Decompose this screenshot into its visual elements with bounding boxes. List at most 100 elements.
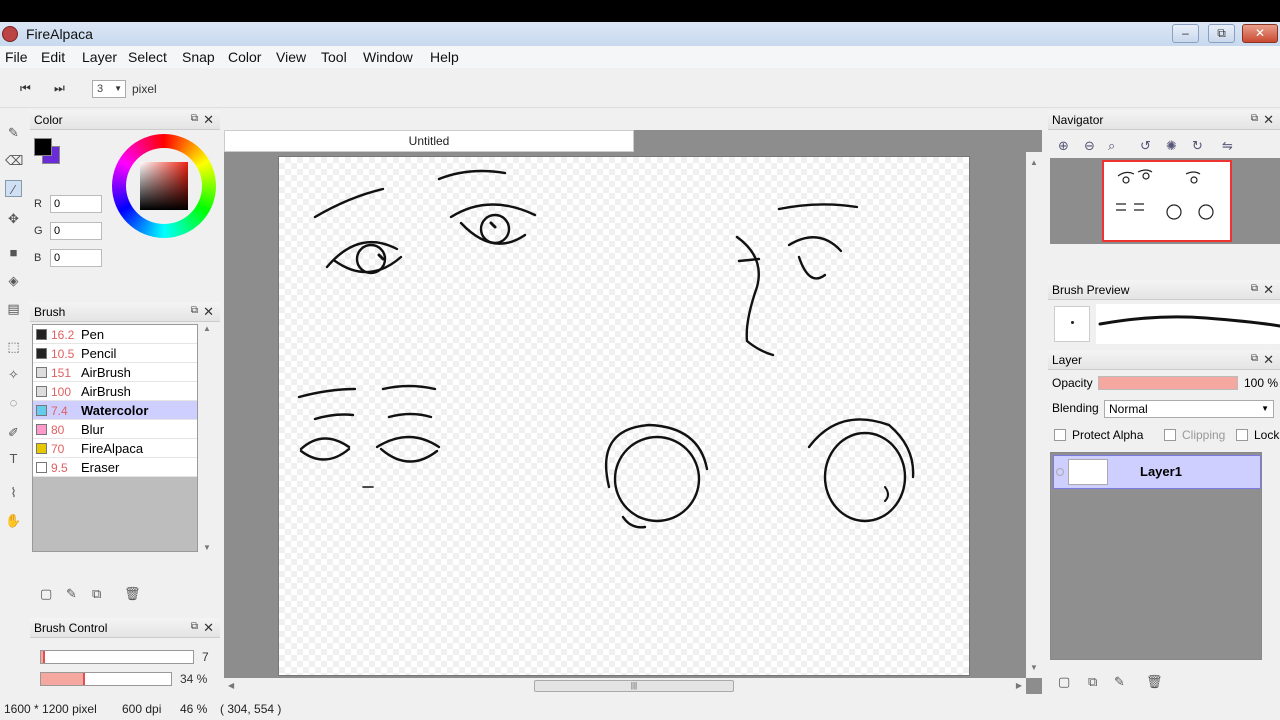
zoom-out-icon[interactable]: ⊖: [1084, 138, 1095, 154]
pen-tool-icon[interactable]: ✎: [5, 124, 22, 141]
horizontal-scroll-thumb[interactable]: |||: [534, 680, 734, 692]
close-icon[interactable]: ✕: [1263, 112, 1274, 128]
clipping-checkbox[interactable]: Clipping: [1164, 428, 1225, 442]
hand-tool-icon[interactable]: ✋: [5, 512, 22, 529]
scroll-down-icon[interactable]: ▼: [1030, 663, 1038, 672]
menu-snap[interactable]: Snap: [182, 49, 215, 65]
scroll-right-icon[interactable]: ▶: [1016, 681, 1022, 690]
eye-icon[interactable]: [1056, 468, 1064, 476]
undock-icon[interactable]: ⧉: [191, 113, 198, 124]
brush-item[interactable]: 100 AirBrush: [33, 382, 197, 401]
protect-alpha-checkbox[interactable]: Protect Alpha: [1054, 428, 1143, 442]
move-tool-icon[interactable]: ✥: [5, 210, 22, 227]
duplicate-brush-icon[interactable]: ⧉: [92, 586, 101, 602]
rotate-right-icon[interactable]: ↻: [1192, 138, 1203, 154]
brush-item[interactable]: 80 Blur: [33, 420, 197, 439]
menu-edit[interactable]: Edit: [41, 49, 65, 65]
scroll-down-icon[interactable]: ▼: [203, 543, 211, 552]
brush-item[interactable]: 16.2 Pen: [33, 325, 197, 344]
menu-layer[interactable]: Layer: [82, 49, 117, 65]
undock-icon[interactable]: ⧉: [191, 305, 198, 316]
scroll-up-icon[interactable]: ▲: [1030, 158, 1038, 167]
blending-mode-select[interactable]: Normal ▼: [1104, 400, 1274, 418]
layer-properties-icon[interactable]: ✎: [1114, 674, 1125, 690]
brush-item[interactable]: 70 FireAlpaca: [33, 439, 197, 458]
text-tool-icon[interactable]: T: [5, 450, 22, 467]
brush-name: Blur: [81, 422, 105, 437]
layer-opacity-slider[interactable]: [1098, 376, 1238, 390]
delete-brush-icon[interactable]: 🗑: [124, 586, 141, 602]
navigator-thumbnail[interactable]: [1050, 158, 1280, 244]
brush-size-select[interactable]: 3 ▼: [92, 80, 126, 98]
undock-icon[interactable]: ⧉: [1251, 353, 1258, 364]
blue-input[interactable]: [50, 249, 102, 267]
document-tab[interactable]: Untitled: [224, 130, 634, 152]
brush-item[interactable]: 10.5 Pencil: [33, 344, 197, 363]
magic-wand-tool-icon[interactable]: ✧: [5, 366, 22, 383]
select-pen-tool-icon[interactable]: ✐: [5, 424, 22, 441]
close-icon[interactable]: ✕: [203, 112, 214, 128]
rotate-left-icon[interactable]: ↺: [1140, 138, 1151, 154]
brush-swatch: [36, 443, 47, 454]
canvas-vertical-scrollbar[interactable]: ▲ ▼: [1026, 152, 1042, 678]
brush-swatch: [36, 367, 47, 378]
brush-size: 10.5: [51, 347, 75, 361]
menu-view[interactable]: View: [276, 49, 306, 65]
close-icon[interactable]: ✕: [1263, 352, 1274, 368]
menu-window[interactable]: Window: [363, 49, 413, 65]
brush-item[interactable]: 9.5 Eraser: [33, 458, 197, 477]
zoom-fit-icon[interactable]: ⌕: [1108, 138, 1115, 154]
undock-icon[interactable]: ⧉: [1251, 113, 1258, 124]
canvas-horizontal-scrollbar[interactable]: ◀ ||| ▶: [224, 678, 1026, 694]
eraser-tool-icon[interactable]: ⌫: [5, 152, 23, 169]
menu-color[interactable]: Color: [228, 49, 261, 65]
menu-help[interactable]: Help: [430, 49, 459, 65]
new-brush-icon[interactable]: ▢: [40, 586, 52, 602]
bucket-tool-icon[interactable]: ◈: [5, 272, 22, 289]
lasso-tool-icon[interactable]: ◌: [5, 394, 22, 411]
green-input[interactable]: [50, 222, 102, 240]
fill-rect-tool-icon[interactable]: ■: [5, 244, 22, 261]
brush-size-slider[interactable]: [40, 650, 194, 664]
edit-brush-icon[interactable]: ✎: [66, 586, 77, 602]
scroll-left-icon[interactable]: ◀: [228, 681, 234, 690]
new-layer-icon[interactable]: ▢: [1058, 674, 1070, 690]
app-window: FireAlpaca – ⧉ ✕ File Edit Layer Select …: [0, 22, 1280, 720]
foreground-color-swatch[interactable]: [34, 138, 52, 156]
new-layer-folder-icon[interactable]: ⧉: [1088, 674, 1097, 690]
brush-opacity-slider[interactable]: [40, 672, 172, 686]
layer-row[interactable]: Layer1: [1053, 455, 1261, 489]
close-icon[interactable]: ✕: [203, 620, 214, 636]
brush-list-scrollbar[interactable]: ▲ ▼: [200, 324, 214, 552]
prev-frame-icon[interactable]: ⏮: [20, 81, 31, 96]
next-frame-icon[interactable]: ⏭: [54, 81, 65, 96]
lock-checkbox[interactable]: Lock: [1236, 428, 1279, 442]
scroll-up-icon[interactable]: ▲: [203, 324, 211, 333]
close-button[interactable]: ✕: [1242, 24, 1278, 43]
delete-layer-icon[interactable]: 🗑: [1146, 674, 1163, 690]
undock-icon[interactable]: ⧉: [191, 621, 198, 632]
drawing-canvas[interactable]: [278, 156, 970, 676]
menu-file[interactable]: File: [5, 49, 28, 65]
eyedropper-tool-icon[interactable]: ⌇: [5, 484, 22, 501]
brush-opacity-readout: 34 %: [180, 672, 208, 686]
menu-select[interactable]: Select: [128, 49, 167, 65]
red-input[interactable]: [50, 195, 102, 213]
flip-icon[interactable]: ⇋: [1222, 138, 1233, 154]
navigator-view-frame[interactable]: [1102, 160, 1232, 242]
maximize-button[interactable]: ⧉: [1208, 24, 1235, 43]
brush-item[interactable]: 151 AirBrush: [33, 363, 197, 382]
zoom-in-icon[interactable]: ⊕: [1058, 138, 1069, 154]
gradient-tool-icon[interactable]: ▤: [5, 300, 22, 317]
minimize-button[interactable]: –: [1172, 24, 1199, 43]
reset-rotation-icon[interactable]: ✺: [1166, 138, 1177, 154]
menu-tool[interactable]: Tool: [321, 49, 347, 65]
undock-icon[interactable]: ⧉: [1251, 283, 1258, 294]
brush-tool-icon[interactable]: ⁄: [5, 180, 22, 197]
brush-item[interactable]: 7.4 Watercolor: [33, 401, 197, 420]
saturation-value-square[interactable]: [140, 162, 188, 210]
close-icon[interactable]: ✕: [203, 304, 214, 320]
select-tool-icon[interactable]: ⬚: [5, 338, 22, 355]
close-icon[interactable]: ✕: [1263, 282, 1274, 298]
window-title: FireAlpaca: [26, 26, 93, 42]
